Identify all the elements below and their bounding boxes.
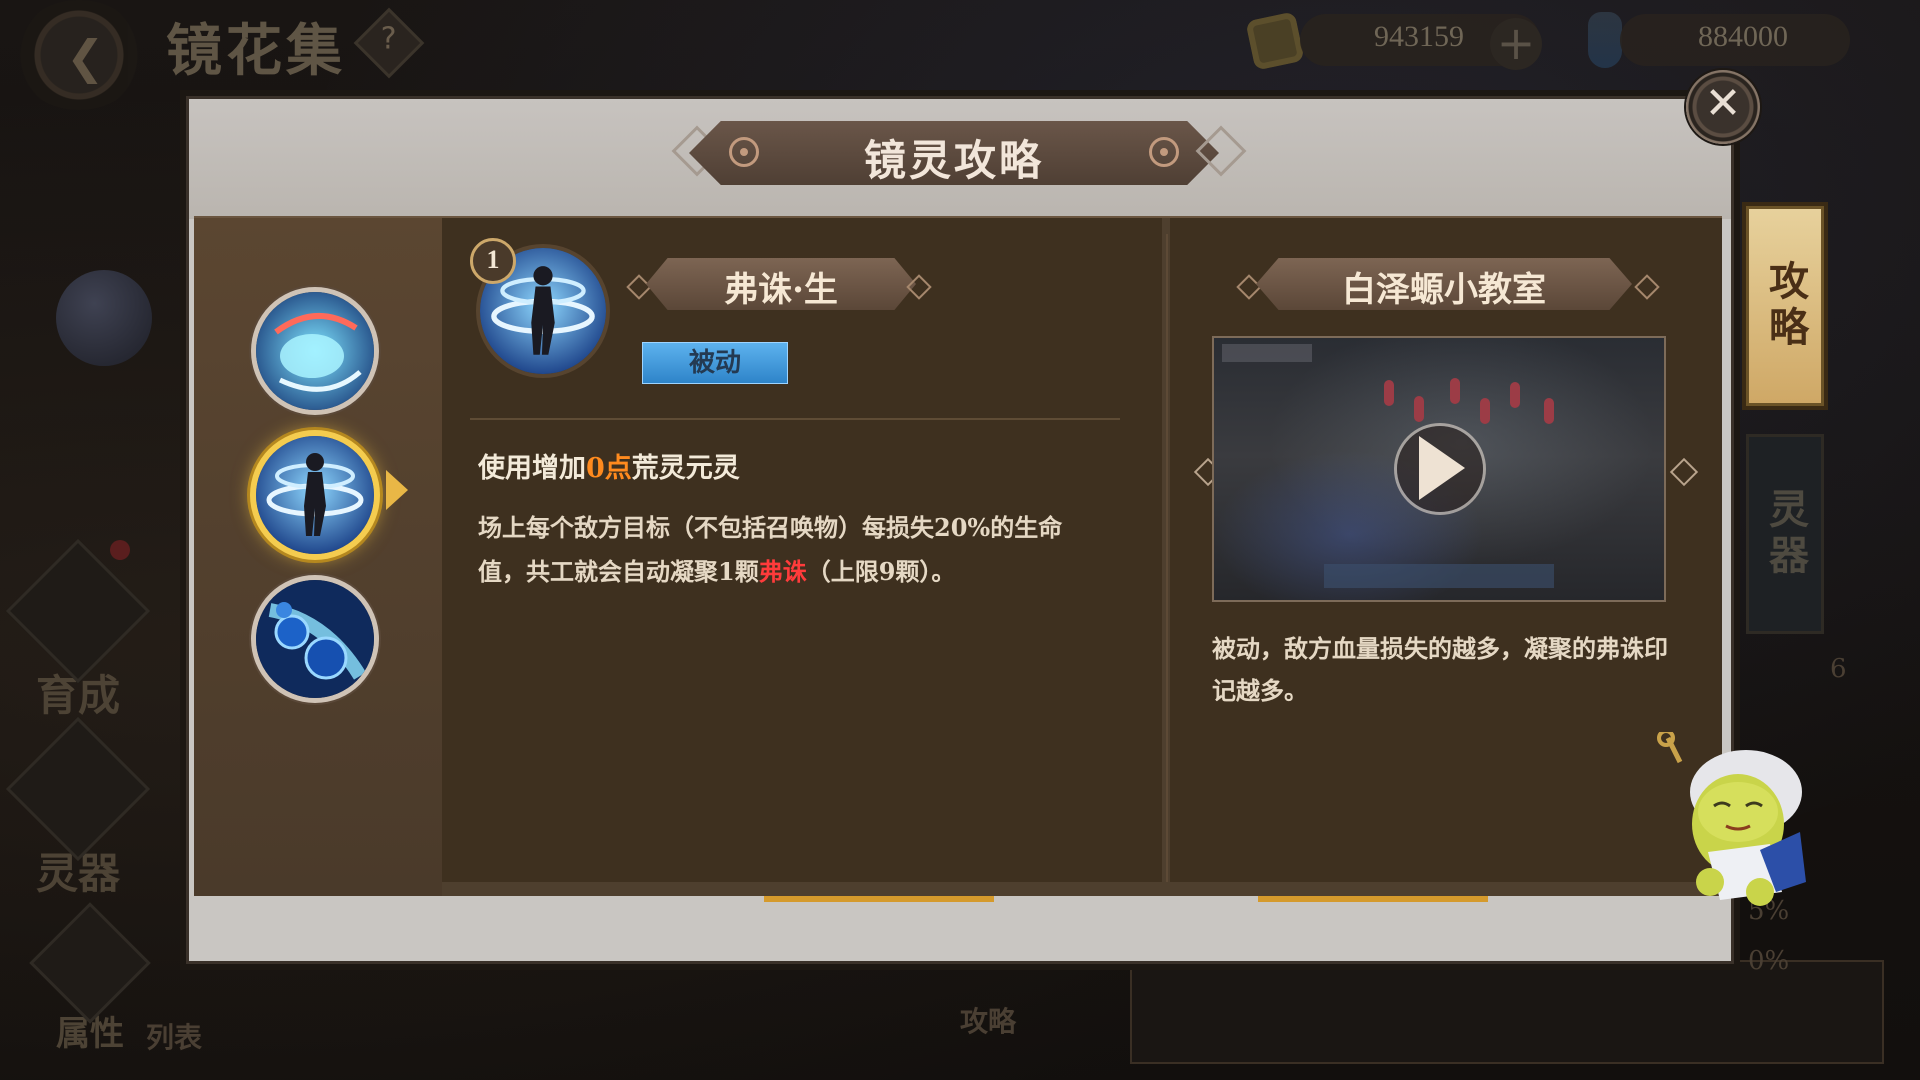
video-hud-bottom — [1324, 564, 1554, 588]
skill-effect: 使用增加0点荒灵元灵 — [478, 446, 740, 485]
title-banner: 镜灵攻略 — [689, 121, 1219, 185]
add-currency-button[interactable]: + — [1490, 18, 1542, 70]
play-icon — [1419, 436, 1465, 500]
close-button[interactable]: ✕ — [1686, 70, 1760, 144]
notification-dot — [110, 540, 130, 560]
bg-orb — [56, 270, 152, 366]
chevron-left-icon: ❮ — [66, 30, 105, 84]
classroom-description: 被动，敌方血量损失的越多，凝聚的弗诛印记越多。 — [1212, 634, 1668, 705]
diamond-ornament-icon — [1634, 274, 1660, 300]
whirlwind-figure-icon — [256, 436, 374, 554]
video-next-icon[interactable] — [1669, 457, 1699, 487]
skill-detail-panel: 1 弗诛·生 被动 使用增加0点荒灵元灵 场上每个敌方目标（不包括召唤物）每损失… — [442, 218, 1162, 882]
classroom-banner: 白泽螈小教室 — [1256, 258, 1632, 310]
bg-small-num: 6 — [1830, 654, 1847, 684]
skill-name-banner: 弗诛·生 — [646, 258, 916, 310]
water-orb-icon — [256, 292, 374, 410]
mascot-character[interactable] — [1650, 729, 1830, 912]
modal-header: 镜灵攻略 — [189, 99, 1731, 219]
skill-icon-2[interactable] — [256, 436, 374, 554]
help-button[interactable]: ? — [353, 7, 425, 79]
nav-list[interactable]: 列表 — [146, 1016, 202, 1056]
mascot-icon — [1657, 729, 1806, 906]
footer-tab — [764, 896, 994, 902]
top-bar: ❮ 镜花集 ? 943159 + 884000 — [0, 0, 1920, 110]
skill-name: 弗诛·生 — [724, 270, 838, 310]
back-button[interactable]: ❮ — [14, 0, 144, 110]
enemy-figure — [1414, 396, 1424, 422]
modal-footer — [194, 896, 1722, 958]
orbs-icon — [256, 580, 374, 698]
currency-amount-2: 884000 — [1698, 20, 1788, 53]
close-icon: ✕ — [1704, 78, 1742, 129]
effect-suffix: 荒灵元灵 — [631, 453, 740, 484]
divider — [470, 418, 1120, 420]
potion-icon — [1588, 12, 1622, 68]
bg-strategy-label: 攻略 — [960, 1005, 1017, 1038]
video-hud-top — [1222, 344, 1312, 362]
tab-artifact[interactable]: 灵器 — [1746, 434, 1824, 634]
desc-part-2: （上限9颗）。 — [806, 557, 956, 586]
skill-icon-1[interactable] — [256, 292, 374, 410]
enemy-figure — [1480, 398, 1490, 424]
selected-pointer-icon — [386, 470, 408, 510]
page-title: 镜花集 — [166, 18, 346, 84]
enemy-figure — [1450, 378, 1460, 404]
nav-artifact[interactable]: 灵器 — [5, 716, 151, 901]
currency-amount-1: 943159 — [1374, 20, 1464, 53]
diamond-ornament-icon — [1236, 274, 1262, 300]
skill-description: 场上每个敌方目标（不包括召唤物）每损失20%的生命值，共工就会自动凝聚1颗弗诛（… — [478, 506, 1098, 594]
modal-body: 1 弗诛·生 被动 使用增加0点荒灵元灵 场上每个敌方目标（不包括召唤物）每损失… — [194, 216, 1722, 898]
modal-title: 镜灵攻略 — [863, 136, 1044, 185]
bg-percent-b: 0% — [1748, 946, 1790, 976]
nav-attributes[interactable]: 属性 — [29, 902, 151, 1055]
skill-type-tag: 被动 — [642, 342, 788, 384]
tutorial-video[interactable] — [1212, 336, 1666, 602]
play-button[interactable] — [1397, 426, 1483, 512]
effect-prefix: 使用增加 — [478, 453, 586, 484]
skill-icon-3[interactable] — [256, 580, 374, 698]
currency-display-2: 884000 — [1620, 14, 1850, 66]
skill-level-badge: 1 — [470, 238, 516, 284]
classroom-panel: 白泽螈小教室 被动，敌方血量损失的越多，凝聚的弗诛印记越多。 — [1170, 218, 1722, 882]
nav-cultivate[interactable]: 育成 — [5, 538, 151, 723]
desc-highlight: 弗诛 — [758, 557, 807, 586]
diamond-ornament-icon — [626, 274, 652, 300]
question-icon: ? — [380, 21, 397, 57]
column-divider — [1166, 234, 1168, 882]
enemy-figure — [1544, 398, 1554, 424]
effect-highlight: 0点 — [586, 453, 632, 484]
footer-tab — [1258, 896, 1488, 902]
enemy-figure — [1510, 382, 1520, 408]
classroom-title: 白泽螈小教室 — [1342, 270, 1546, 310]
enemy-figure — [1384, 380, 1394, 406]
tab-strategy[interactable]: 攻略 — [1746, 206, 1824, 406]
skill-list — [194, 218, 442, 898]
coin-icon — [1245, 11, 1305, 71]
